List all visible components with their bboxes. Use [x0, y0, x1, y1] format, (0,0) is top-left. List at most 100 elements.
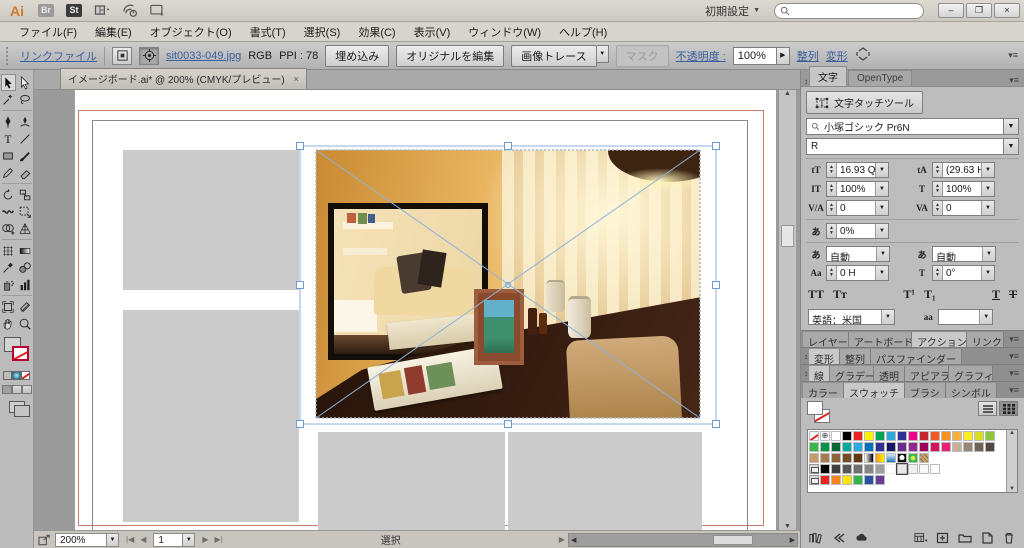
- swatch[interactable]: [842, 431, 852, 441]
- line-segment-tool[interactable]: [18, 130, 33, 147]
- swatch[interactable]: [842, 442, 852, 452]
- aki-right-combo[interactable]: 自動▼: [932, 246, 996, 262]
- menu-item-7[interactable]: ウィンドウ(W): [459, 22, 550, 42]
- paintbrush-tool[interactable]: [18, 147, 33, 164]
- transform-all-icon[interactable]: [855, 47, 871, 64]
- panel-menu-icon[interactable]: ▾≡: [1004, 368, 1024, 379]
- swatch[interactable]: [820, 464, 830, 474]
- swatch[interactable]: [864, 431, 874, 441]
- touch-workspace-icon[interactable]: [121, 4, 139, 18]
- canvas[interactable]: ▲ ▼: [34, 90, 800, 530]
- placed-image[interactable]: [316, 150, 700, 418]
- horizontal-scale-field[interactable]: ▲▼100%▼: [932, 181, 995, 197]
- swatch[interactable]: [919, 442, 929, 452]
- swatch[interactable]: [930, 442, 940, 452]
- swatch-libraries-icon[interactable]: [809, 532, 823, 547]
- swatch[interactable]: [908, 431, 918, 441]
- prev-artboard-button[interactable]: ◀: [137, 535, 149, 544]
- scroll-up-icon[interactable]: ▲: [784, 90, 791, 97]
- slice-tool[interactable]: [18, 298, 33, 315]
- menu-item-1[interactable]: 編集(E): [86, 22, 141, 42]
- subscript-button[interactable]: T₁: [924, 287, 936, 302]
- draw-behind-button[interactable]: [12, 385, 22, 394]
- panel-tab-グラデーション[interactable]: グラデーション: [830, 366, 874, 381]
- swatch[interactable]: [974, 442, 984, 452]
- aki-left-combo[interactable]: 自動▼: [826, 246, 890, 262]
- character-rotation-field[interactable]: ▲▼0°▼: [932, 265, 995, 281]
- control-panel-menu-icon[interactable]: ▾≡: [1008, 50, 1018, 61]
- selection-tool[interactable]: [1, 74, 16, 91]
- hand-tool[interactable]: [1, 315, 16, 332]
- baseline-shift-field[interactable]: ▲▼0 H▼: [826, 265, 889, 281]
- image-trace-dropdown[interactable]: ▼: [597, 45, 609, 63]
- menu-item-0[interactable]: ファイル(F): [10, 22, 86, 42]
- swatch[interactable]: [875, 442, 885, 452]
- swatch[interactable]: [842, 475, 852, 485]
- swatch[interactable]: [820, 442, 830, 452]
- swatch[interactable]: [908, 464, 918, 474]
- arrange-documents-icon[interactable]: [93, 4, 111, 18]
- swatch[interactable]: [809, 453, 819, 463]
- swatch[interactable]: [853, 442, 863, 452]
- swatch[interactable]: [974, 431, 984, 441]
- swatch[interactable]: [853, 453, 863, 463]
- swatch-kinds-menu-icon[interactable]: [914, 532, 928, 547]
- search-input[interactable]: [774, 3, 924, 19]
- screen-mode-button[interactable]: [9, 401, 25, 413]
- swatch[interactable]: [875, 464, 885, 474]
- menu-item-4[interactable]: 選択(S): [295, 22, 350, 42]
- swatch[interactable]: [886, 442, 896, 452]
- workspace-switcher[interactable]: 初期設定▼: [705, 3, 760, 19]
- transform-link[interactable]: 変形: [826, 48, 848, 64]
- rectangle-tool[interactable]: [1, 147, 16, 164]
- first-artboard-button[interactable]: |◀: [123, 535, 137, 544]
- swatch[interactable]: [919, 431, 929, 441]
- edit-original-button[interactable]: オリジナルを編集: [396, 45, 504, 67]
- swatch[interactable]: [820, 453, 830, 463]
- magic-wand-tool[interactable]: [1, 91, 16, 108]
- direct-selection-tool[interactable]: [18, 74, 33, 91]
- panel-tab-アートボード[interactable]: アートボード: [849, 332, 912, 347]
- free-transform-tool[interactable]: [18, 203, 33, 220]
- panel-tab-整列[interactable]: 整列: [840, 349, 871, 364]
- swatch[interactable]: [897, 431, 907, 441]
- bounding-box-button[interactable]: [112, 47, 132, 65]
- horizontal-scroll-thumb[interactable]: [713, 535, 753, 545]
- mesh-tool[interactable]: [1, 242, 16, 259]
- restore-button[interactable]: ❐: [966, 3, 992, 18]
- rotate-tool[interactable]: [1, 186, 16, 203]
- lasso-tool[interactable]: [18, 91, 33, 108]
- swatch[interactable]: [908, 453, 918, 463]
- swatch-scrollbar[interactable]: ▲▼: [1006, 430, 1017, 492]
- swatch[interactable]: [886, 464, 896, 474]
- none-mode-button[interactable]: [21, 371, 30, 380]
- tab-close-icon[interactable]: ×: [294, 74, 299, 84]
- panel-tab-透明[interactable]: 透明: [874, 366, 905, 381]
- font-size-field[interactable]: ▲▼16.93 Q▼: [826, 162, 889, 178]
- center-point-button[interactable]: [139, 47, 159, 65]
- swatch[interactable]: [875, 453, 885, 463]
- grid-view-button[interactable]: [999, 401, 1018, 416]
- shape-builder-tool[interactable]: [1, 220, 16, 237]
- menu-item-8[interactable]: ヘルプ(H): [550, 22, 616, 42]
- swatch[interactable]: [919, 464, 929, 474]
- embed-button[interactable]: 埋め込み: [325, 45, 389, 67]
- pen-tool[interactable]: [1, 113, 16, 130]
- tracking-field[interactable]: ▲▼0▼: [932, 200, 995, 216]
- swatch[interactable]: [908, 442, 918, 452]
- menu-item-3[interactable]: 書式(T): [241, 22, 295, 42]
- panel-tab-カラー[interactable]: カラー: [803, 383, 844, 398]
- mask-button[interactable]: マスク: [616, 45, 669, 67]
- panel-tab-アピアランス[interactable]: アピアランス: [905, 366, 949, 381]
- swatch[interactable]: [952, 431, 962, 441]
- swatch[interactable]: [963, 442, 973, 452]
- eyedropper-tool[interactable]: [1, 259, 16, 276]
- panel-tab-スウォッチ[interactable]: スウォッチ: [844, 383, 905, 398]
- scale-tool[interactable]: [18, 186, 33, 203]
- scroll-down-icon[interactable]: ▼: [784, 523, 791, 530]
- panel-tab-線[interactable]: 線: [809, 366, 830, 381]
- limit-swatch-icon[interactable]: [832, 532, 846, 547]
- filename-link[interactable]: sit0033-049.jpg: [166, 50, 241, 62]
- antialias-combo[interactable]: ▼: [938, 309, 993, 325]
- swatch-options-icon[interactable]: [936, 532, 950, 547]
